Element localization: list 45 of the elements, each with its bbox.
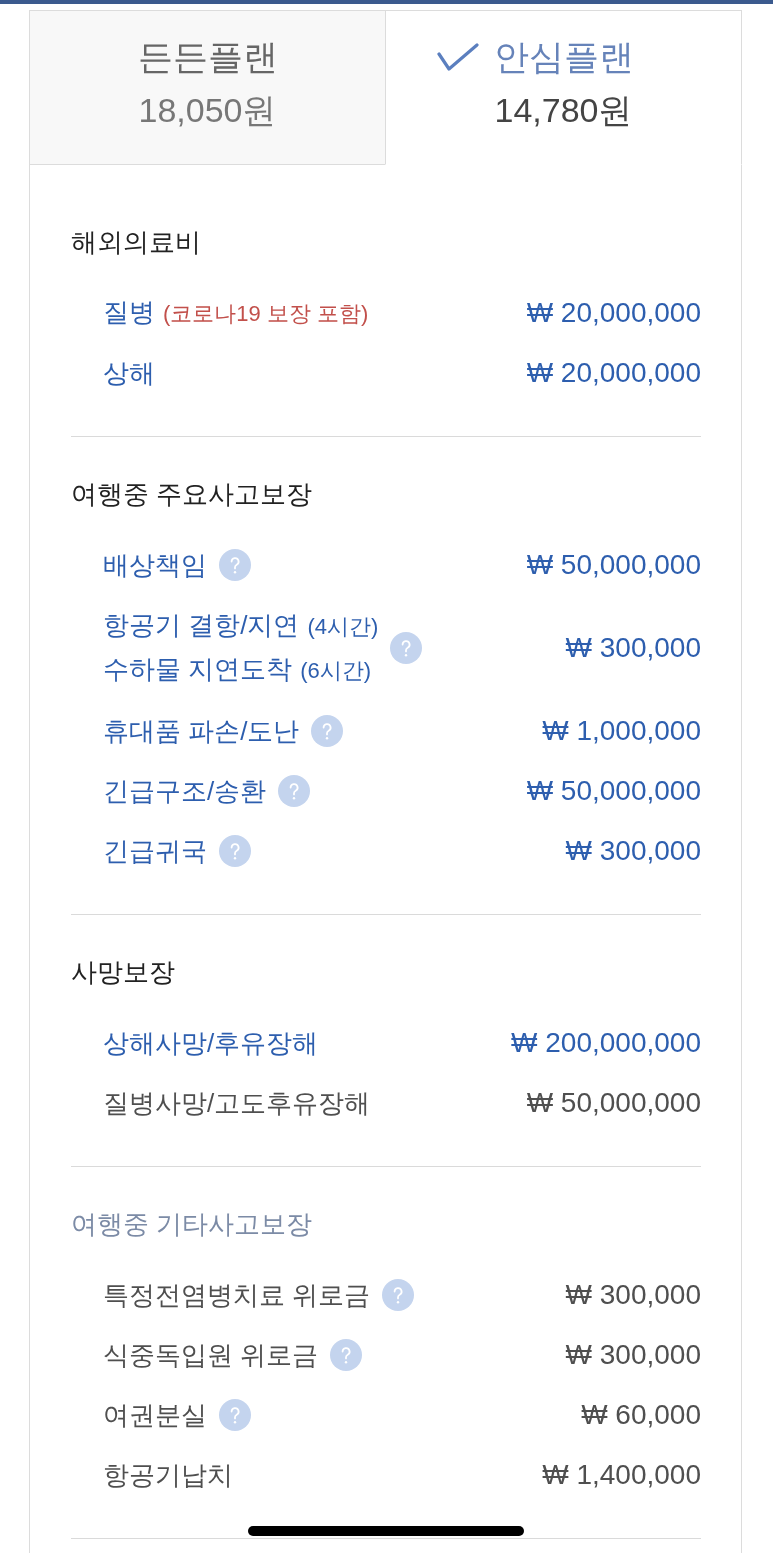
section-title: 해외의료비 [71, 226, 202, 259]
help-icon[interactable] [278, 775, 311, 807]
coverage-amount: ₩ 300,000 [565, 1278, 701, 1312]
coverage-label: 질병사망/고도후유장해 [103, 1087, 371, 1120]
help-icon[interactable] [390, 632, 423, 664]
coverage-amount: ₩ 300,000 [565, 631, 701, 665]
coverage-amount: ₩ 1,400,000 [542, 1458, 701, 1492]
coverage-label: 긴급구조/송환 [103, 775, 267, 808]
coverage-label: 식중독입원 위로금 [103, 1339, 319, 1372]
coverage-note: (코로나19 보장 포함) [163, 300, 369, 328]
coverage-note: (4시간) [307, 613, 379, 641]
coverage-label: 배상책임 [103, 549, 207, 582]
coverage-amount: ₩ 50,000,000 [526, 1086, 701, 1120]
coverage-amount: ₩ 20,000,000 [526, 356, 701, 390]
plan-tab[interactable]: 안심플랜 14,780원 [385, 10, 742, 165]
coverage-label: 수하물 지연도착 [103, 653, 293, 686]
section-title: 여행중 기타사고보장 [71, 1208, 314, 1241]
help-icon[interactable] [219, 1399, 251, 1431]
coverage-label: 상해사망/후유장해 [103, 1027, 319, 1060]
check-icon [436, 43, 479, 71]
help-icon[interactable] [382, 1279, 415, 1311]
coverage-amount: ₩ 50,000,000 [526, 548, 701, 582]
coverage-label: 상해 [103, 357, 155, 390]
coverage-amount: ₩ 1,000,000 [542, 714, 701, 748]
coverage-label: 항공기 결항/지연 [103, 609, 300, 642]
help-icon[interactable] [330, 1339, 363, 1371]
section-title: 사망보장 [71, 956, 176, 989]
section-title: 여행중 주요사고보장 [71, 478, 314, 511]
coverage-note: (6시간) [300, 657, 372, 685]
coverage-amount: ₩ 300,000 [565, 834, 701, 868]
coverage-label: 특정전염병치료 위로금 [103, 1279, 371, 1312]
coverage-label: 여권분실 [103, 1399, 207, 1432]
coverage-amount: ₩ 200,000,000 [511, 1026, 701, 1060]
coverage-amount: ₩ 50,000,000 [526, 774, 701, 808]
help-icon[interactable] [219, 835, 251, 867]
coverage-amount: ₩ 60,000 [581, 1398, 701, 1432]
help-icon[interactable] [311, 715, 344, 747]
coverage-label: 긴급귀국 [103, 835, 207, 868]
coverage-label: 항공기납치 [103, 1459, 233, 1492]
coverage-label: 질병 [103, 296, 155, 329]
plan-tab[interactable]: 든든플랜 18,050원 [29, 10, 386, 165]
coverage-amount: ₩ 20,000,000 [526, 296, 701, 330]
coverage-amount: ₩ 300,000 [565, 1338, 701, 1372]
coverage-label: 휴대품 파손/도난 [103, 715, 300, 748]
help-icon[interactable] [219, 549, 251, 581]
